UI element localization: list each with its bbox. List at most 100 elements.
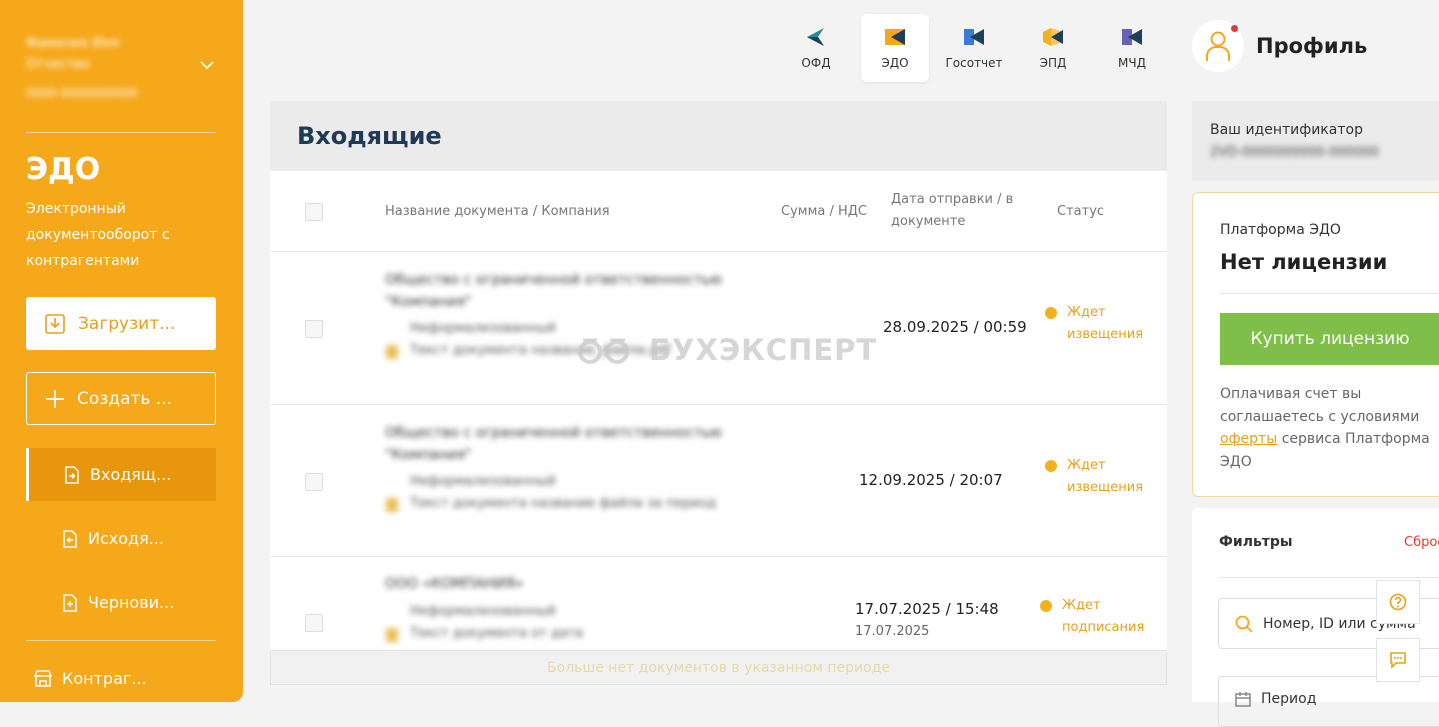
doc-type: Неформализованный xyxy=(410,604,556,619)
row-checkbox[interactable] xyxy=(305,473,323,491)
doc-type: Неформализованный xyxy=(410,474,556,489)
column-status[interactable]: Статус xyxy=(1057,204,1104,219)
row-checkbox[interactable] xyxy=(305,614,323,632)
date-doc: 17.07.2025 xyxy=(855,624,930,639)
company-name: ООО «КОМПАНИЯ» xyxy=(385,576,524,592)
chat-icon xyxy=(1390,652,1406,669)
upload-button[interactable]: Загрузит... xyxy=(26,297,216,350)
document-out-icon xyxy=(63,529,77,548)
epd-icon xyxy=(1043,28,1063,46)
doc-title: Текст документа название файла за период xyxy=(410,496,717,511)
table-header: Название документа / Компания Сумма / НД… xyxy=(270,171,1167,252)
select-all-checkbox[interactable] xyxy=(305,203,323,221)
mchd-icon xyxy=(1122,29,1142,45)
watermark-text: БУХЭКСПЕРТ xyxy=(649,333,878,367)
sidebar-item-label: Входящ... xyxy=(90,465,172,484)
watermark-logo-icon xyxy=(578,338,629,364)
document-in-icon xyxy=(65,465,79,484)
column-sum[interactable]: Сумма / НДС xyxy=(781,204,867,219)
sidebar: Фамилия Имя Отчество 0000-0000000000 ЭДО… xyxy=(0,0,243,702)
tab-mchd[interactable]: МЧД xyxy=(1098,14,1166,82)
tab-ofd[interactable]: ОФД xyxy=(782,14,850,82)
filters-title: Фильтры xyxy=(1219,534,1293,550)
tab-edo[interactable]: ЭДО xyxy=(861,14,929,82)
watermark: БУХЭКСПЕРТ xyxy=(575,333,877,367)
license-status: Нет лицензии xyxy=(1220,250,1388,274)
sidebar-item-label: Чернови... xyxy=(88,593,175,612)
section-subtitle: Электронный документооборот с контрагент… xyxy=(26,201,170,269)
tab-epd[interactable]: ЭПД xyxy=(1019,14,1087,82)
sidebar-item-label: Исходя... xyxy=(88,529,164,548)
user-name: Фамилия Имя xyxy=(26,36,120,51)
status-text: Ждет извещения xyxy=(1067,458,1144,495)
status-badge: Ждет извещения xyxy=(1045,455,1147,499)
section-title: ЭДО xyxy=(26,152,101,187)
divider xyxy=(26,640,216,641)
ofd-icon xyxy=(807,28,824,46)
create-button[interactable]: Создать ... xyxy=(26,372,216,425)
reset-filters-button[interactable]: Сброс xyxy=(1404,535,1439,550)
notification-dot xyxy=(1231,25,1238,32)
date-sent: 28.09.2025 / 00:59 xyxy=(883,318,1027,336)
profile-label: Профиль xyxy=(1256,34,1368,58)
column-name[interactable]: Название документа / Компания xyxy=(385,204,610,219)
tab-label: МЧД xyxy=(1118,56,1146,70)
search-icon xyxy=(1235,615,1253,633)
store-icon xyxy=(34,670,52,687)
sidebar-item-drafts[interactable]: Чернови... xyxy=(26,576,216,629)
avatar[interactable] xyxy=(1192,20,1244,72)
offer-text: Оплачивая счет вы соглашаетесь с условия… xyxy=(1220,383,1439,473)
offer-link[interactable]: оферты xyxy=(1220,431,1277,447)
page-title: Входящие xyxy=(270,101,1167,171)
identifier-value[interactable]: 2VD-0000000000-000000 xyxy=(1210,145,1379,160)
company-name: Общество с ограниченной ответственностью… xyxy=(385,272,722,310)
license-card: Платформа ЭДО Нет лицензии Купить лиценз… xyxy=(1192,192,1439,497)
tab-label: ЭДО xyxy=(881,56,909,70)
file-icon xyxy=(386,628,398,642)
gosotchet-icon xyxy=(964,29,984,45)
user-info[interactable]: Фамилия Имя Отчество 0000-0000000000 xyxy=(26,36,196,100)
clock-icon xyxy=(1045,460,1057,472)
status-badge: Ждет подписания xyxy=(1040,595,1148,639)
plus-icon xyxy=(46,389,64,408)
create-label: Создать ... xyxy=(77,388,173,409)
identifier-box: Ваш идентификатор 2VD-0000000000-000000 xyxy=(1192,101,1439,181)
sidebar-item-counterparties[interactable]: Контраг... xyxy=(26,652,216,705)
table-row[interactable]: Общество с ограниченной ответственностью… xyxy=(270,405,1167,557)
tab-label: ЭПД xyxy=(1039,56,1067,70)
calendar-icon xyxy=(1235,692,1251,707)
doc-title: Текст документа от дата xyxy=(410,626,584,641)
chat-button[interactable] xyxy=(1376,638,1420,682)
tab-label: ОФД xyxy=(801,56,831,70)
divider xyxy=(1220,293,1439,294)
sidebar-item-incoming[interactable]: Входящ... xyxy=(26,448,216,501)
sidebar-item-label: Контраг... xyxy=(62,669,147,688)
chevron-down-icon[interactable] xyxy=(200,55,214,74)
file-icon xyxy=(386,498,398,512)
user-name-2: Отчество xyxy=(26,57,90,72)
sidebar-item-outgoing[interactable]: Исходя... xyxy=(26,512,216,565)
divider xyxy=(1219,577,1439,578)
period-placeholder: Период xyxy=(1261,691,1317,707)
date-sent: 17.07.2025 / 15:48 xyxy=(855,600,999,618)
clock-icon xyxy=(1040,600,1052,612)
edo-icon xyxy=(885,29,905,45)
user-id: 0000-0000000000 xyxy=(26,86,138,100)
offer-prefix: Оплачивая счет вы соглашаетесь с условия… xyxy=(1220,386,1420,425)
divider xyxy=(26,132,216,133)
service-tabs: ОФД ЭДО Госотчет ЭПД МЧД xyxy=(782,14,1177,84)
help-button[interactable] xyxy=(1376,580,1420,624)
row-checkbox[interactable] xyxy=(305,320,323,338)
document-draft-icon xyxy=(63,593,77,612)
buy-license-button[interactable]: Купить лицензию xyxy=(1220,313,1439,365)
column-date[interactable]: Дата отправки / в документе xyxy=(891,189,1031,233)
file-icon xyxy=(386,345,398,359)
upload-label: Загрузит... xyxy=(78,313,176,334)
tab-label: Госотчет xyxy=(945,56,1003,70)
tab-gosotchet[interactable]: Госотчет xyxy=(940,14,1008,82)
table-row[interactable]: Общество с ограниченной ответственностью… xyxy=(270,252,1167,405)
end-of-list-note: Больше нет документов в указанном период… xyxy=(270,650,1167,685)
clock-icon xyxy=(1045,307,1057,319)
table-row[interactable]: ООО «КОМПАНИЯ» Неформализованный Текст д… xyxy=(270,557,1167,652)
profile[interactable]: Профиль xyxy=(1192,20,1367,72)
